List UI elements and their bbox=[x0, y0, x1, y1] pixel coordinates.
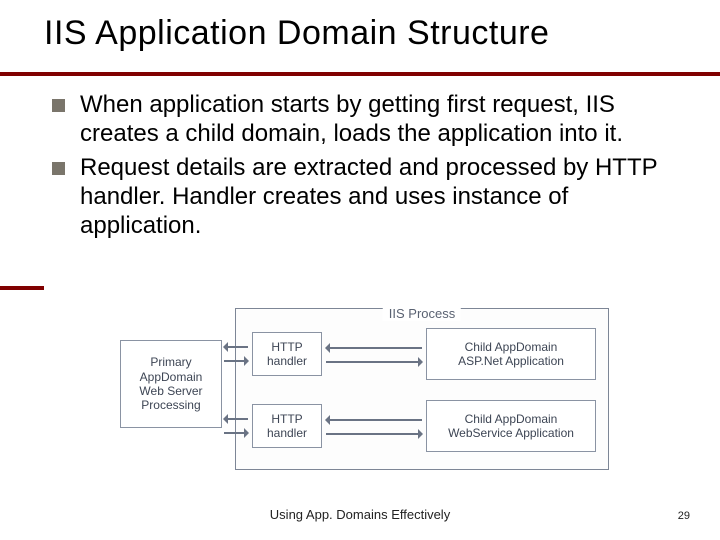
arrow-icon bbox=[224, 418, 248, 420]
bullet-square-icon bbox=[52, 99, 65, 112]
arrow-icon bbox=[326, 433, 422, 435]
footer-caption: Using App. Domains Effectively bbox=[270, 507, 450, 522]
bullet-item: Request details are extracted and proces… bbox=[52, 153, 690, 241]
side-rule bbox=[0, 286, 44, 290]
bullet-text: When application starts by getting first… bbox=[80, 91, 623, 147]
iis-process-label: IIS Process bbox=[383, 306, 461, 321]
arrow-icon bbox=[326, 361, 422, 363]
http-handler-box-2: HTTPhandler bbox=[252, 404, 322, 448]
child-appdomain-aspnet-box: Child AppDomainASP.Net Application bbox=[426, 328, 596, 380]
bullet-text: Request details are extracted and proces… bbox=[80, 154, 657, 240]
bullet-item: When application starts by getting first… bbox=[52, 90, 690, 149]
architecture-diagram: IIS Process PrimaryAppDomainWeb ServerPr… bbox=[120, 300, 616, 470]
slide-title: IIS Application Domain Structure bbox=[44, 14, 549, 53]
title-underline bbox=[0, 72, 720, 76]
page-number: 29 bbox=[678, 510, 690, 522]
arrow-icon bbox=[224, 346, 248, 348]
arrow-icon bbox=[326, 347, 422, 349]
bullet-list: When application starts by getting first… bbox=[52, 90, 690, 244]
child-appdomain-webservice-box: Child AppDomainWebService Application bbox=[426, 400, 596, 452]
bullet-square-icon bbox=[52, 162, 65, 175]
arrow-icon bbox=[224, 432, 248, 434]
arrow-icon bbox=[326, 419, 422, 421]
primary-appdomain-box: PrimaryAppDomainWeb ServerProcessing bbox=[120, 340, 222, 428]
http-handler-box-1: HTTPhandler bbox=[252, 332, 322, 376]
arrow-icon bbox=[224, 360, 248, 362]
